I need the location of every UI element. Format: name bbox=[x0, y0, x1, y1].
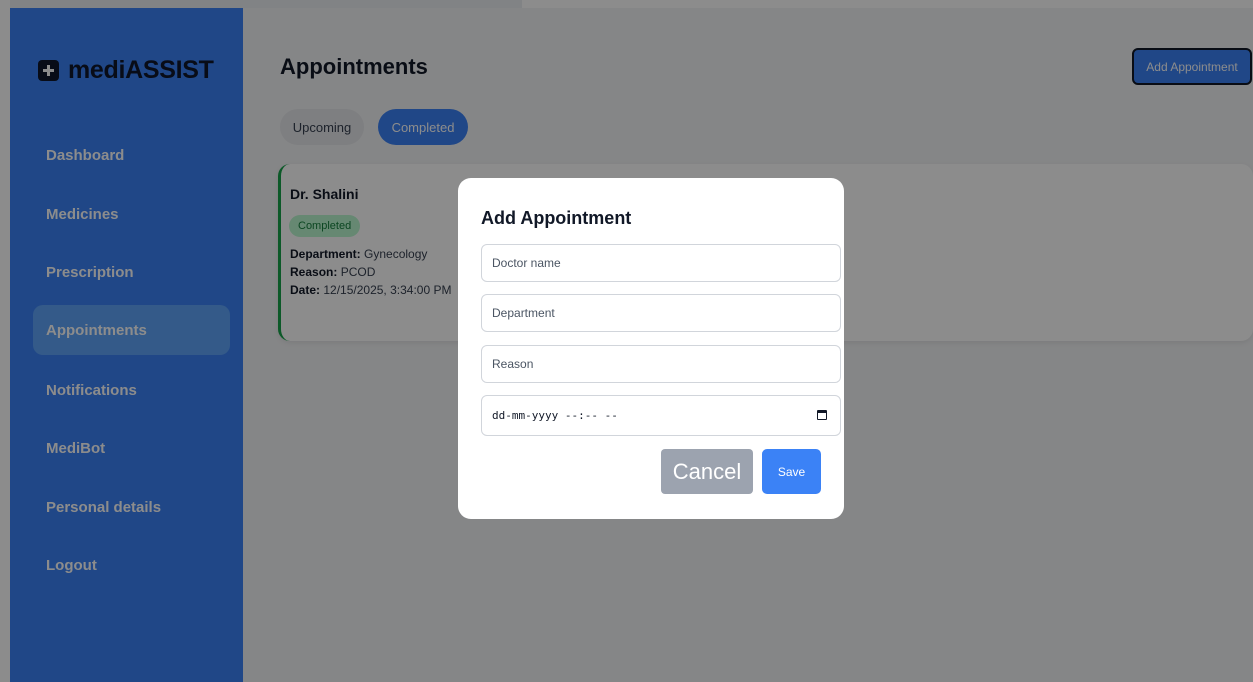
add-appointment-modal: Add Appointment dd-mm-yyyy --:-- -- Canc… bbox=[458, 178, 844, 519]
modal-title: Add Appointment bbox=[481, 208, 632, 228]
calendar-icon[interactable] bbox=[817, 410, 827, 420]
cancel-button[interactable]: Cancel bbox=[661, 449, 753, 494]
datetime-placeholder: dd-mm-yyyy --:-- -- bbox=[492, 409, 618, 422]
datetime-input[interactable]: dd-mm-yyyy --:-- -- bbox=[481, 395, 841, 436]
department-input[interactable] bbox=[481, 294, 841, 332]
reason-input[interactable] bbox=[481, 345, 841, 383]
save-button[interactable]: Save bbox=[762, 449, 821, 494]
doctor-name-input[interactable] bbox=[481, 244, 841, 282]
